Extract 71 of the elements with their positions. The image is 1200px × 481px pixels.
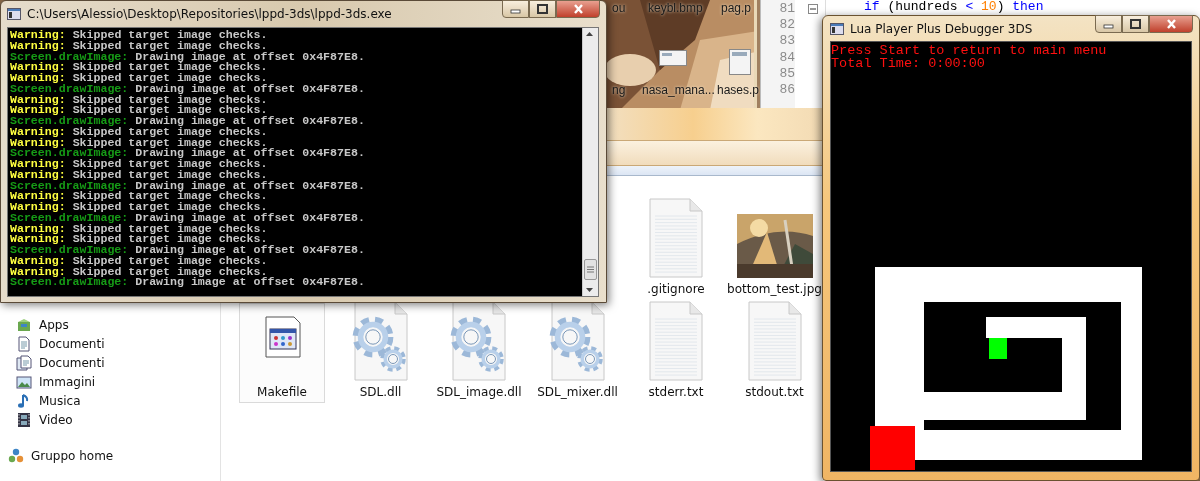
orbs-icon: [8, 447, 24, 464]
goal-square: [989, 338, 1007, 359]
sidebar-item[interactable]: Documenti: [0, 334, 220, 353]
desktop-icon-label[interactable]: nasa_mana...: [642, 83, 715, 97]
log-message: Skipped target image checks.: [72, 157, 268, 170]
window-title: C:\Users\Alessio\Desktop\Repositories\lppd-3ds\lppd-3ds.exe: [27, 7, 392, 21]
player-square: [870, 426, 915, 470]
desktop-icon-label[interactable]: pag.p: [721, 1, 752, 15]
maximize-icon: [537, 4, 548, 14]
film-icon: [16, 411, 32, 428]
document-icon: [16, 335, 32, 352]
sidebar-item[interactable]: Gruppo home: [0, 446, 220, 465]
box-icon: [16, 316, 32, 333]
documents-icon: [16, 354, 32, 371]
window-thumbnail-icon[interactable]: [729, 49, 751, 75]
console-window-icon: [7, 8, 21, 20]
line-number: 84: [779, 49, 795, 66]
log-tag: Warning:: [10, 124, 66, 138]
log-message: Drawing image at offset 0x4F87E8.: [135, 243, 365, 256]
log-tag: Warning:: [10, 28, 66, 41]
sidebar-item[interactable]: Immagini: [0, 372, 220, 391]
line-number: 85: [779, 65, 795, 82]
file-item[interactable]: SDL_image.dll: [436, 303, 522, 403]
log-tag: Warning:: [10, 157, 66, 170]
log-message: Skipped target image checks.: [72, 200, 268, 213]
grip-icon: [587, 266, 594, 273]
file-item[interactable]: Makefile: [239, 303, 325, 403]
file-item[interactable]: SDL.dll: [337, 303, 424, 403]
window-thumbnail-icon[interactable]: [659, 50, 687, 66]
sidebar-item[interactable]: Documenti: [0, 353, 220, 372]
log-tag: Screen.drawImage:: [10, 243, 129, 256]
log-tag: Screen.drawImage:: [10, 114, 129, 127]
status-text: Press Start to return to main menu: [831, 45, 1107, 58]
line-number: 83: [779, 33, 795, 50]
file-item[interactable]: .gitignore: [633, 200, 719, 300]
sidebar-item[interactable]: Musica: [0, 391, 220, 410]
code-line: if (hundreds < 10) then: [864, 0, 1044, 14]
log-tag: Warning:: [10, 221, 66, 235]
close-icon: [1165, 19, 1177, 29]
line-number: 86: [779, 81, 795, 99]
maximize-button[interactable]: [529, 0, 556, 18]
log-message: Skipped target image checks.: [72, 28, 268, 41]
line-number: 81: [779, 1, 795, 18]
file-item[interactable]: SDL_mixer.dll: [534, 303, 621, 403]
app-window-icon: [830, 22, 844, 35]
scrollbar[interactable]: [582, 28, 598, 296]
file-item[interactable]: stderr.txt: [633, 303, 719, 403]
line-number: 82: [779, 17, 795, 34]
landscape-icon: [16, 373, 32, 390]
status-text: Total Time: 0:00:00: [831, 57, 986, 70]
log-tag: Warning:: [10, 60, 66, 74]
sidebar-item[interactable]: Apps: [0, 315, 220, 334]
minimize-button[interactable]: [1095, 15, 1122, 33]
close-button[interactable]: [556, 0, 600, 18]
window-title: Lua Player Plus Debugger 3DS: [850, 21, 1033, 36]
minimize-button[interactable]: [502, 0, 529, 18]
log-tag: Warning:: [10, 200, 66, 213]
log-message: Skipped target image checks.: [72, 71, 268, 84]
log-tag: Warning:: [10, 71, 66, 84]
sidebar-item[interactable]: Video: [0, 410, 220, 429]
log-message: Drawing image at offset 0x4F87E8.: [135, 114, 365, 127]
collapse-icon[interactable]: [808, 4, 818, 14]
maximize-button[interactable]: [1122, 15, 1149, 33]
maximize-icon: [1130, 19, 1141, 29]
close-icon: [572, 4, 584, 14]
scroll-thumb[interactable]: [584, 259, 597, 280]
log-tag: Warning:: [10, 253, 66, 267]
file-item[interactable]: stdout.txt: [731, 303, 818, 403]
close-button[interactable]: [1149, 15, 1193, 33]
log-tag: Warning:: [10, 189, 66, 203]
log-tag: Warning:: [10, 92, 66, 106]
